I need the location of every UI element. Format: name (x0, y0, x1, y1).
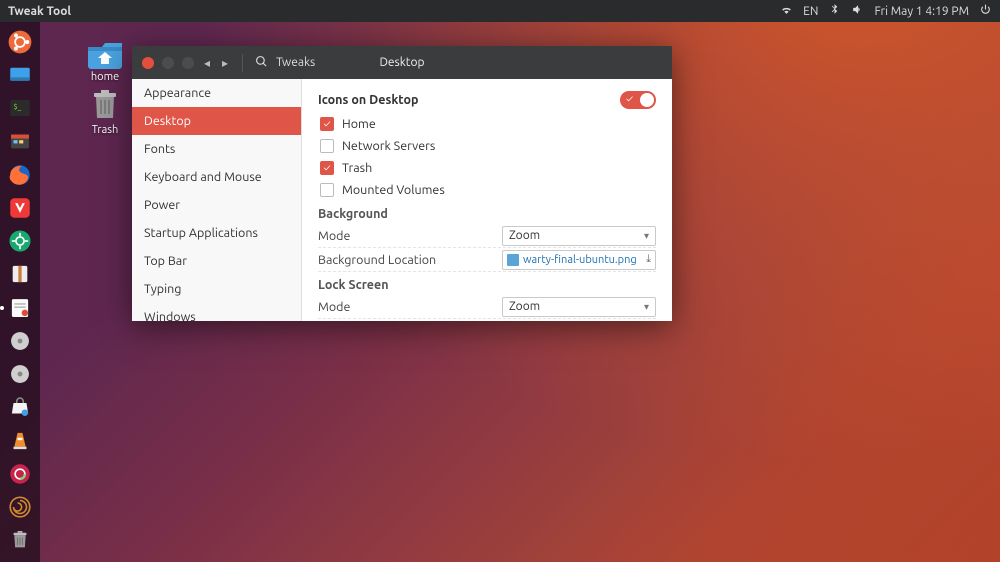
launcher-help-icon[interactable] (5, 460, 35, 487)
checkbox-label: Home (342, 117, 376, 131)
svg-text:$_: $_ (14, 103, 22, 111)
nav-forward-icon[interactable]: ▸ (220, 56, 230, 70)
section-background-title: Background (318, 207, 656, 221)
checkbox-box (320, 117, 334, 131)
sidebar-item-appearance[interactable]: Appearance (132, 79, 301, 107)
launcher-vivaldi-icon[interactable] (5, 194, 35, 221)
window-close-button[interactable] (142, 57, 154, 69)
settings-sidebar: AppearanceDesktopFontsKeyboard and Mouse… (132, 79, 302, 321)
nav-back-icon[interactable]: ◂ (202, 56, 212, 70)
sidebar-item-fonts[interactable]: Fonts (132, 135, 301, 163)
checkbox-box (320, 161, 334, 175)
launcher-files-icon[interactable] (5, 128, 35, 155)
window-maximize-button[interactable] (182, 57, 194, 69)
sidebar-item-startup-applications[interactable]: Startup Applications (132, 219, 301, 247)
clock[interactable]: Fri May 1 4:19 PM (874, 5, 969, 18)
checkbox-mounted-volumes[interactable]: Mounted Volumes (318, 179, 656, 201)
launcher-ubuntu-icon[interactable] (5, 28, 35, 55)
launcher-desktop-icon[interactable] (5, 61, 35, 88)
bg-mode-label: Mode (318, 229, 350, 243)
sidebar-item-top-bar[interactable]: Top Bar (132, 247, 301, 275)
launcher-disks2-icon[interactable] (5, 361, 35, 388)
upload-icon: ⤓ (646, 253, 651, 266)
settings-content: Icons on Desktop ✓ Home Network Servers Tr… (302, 79, 672, 321)
window-minimize-button[interactable] (162, 57, 174, 69)
section-icons-title: Icons on Desktop (318, 93, 419, 107)
search-icon[interactable] (255, 55, 268, 71)
power-icon[interactable] (979, 3, 992, 19)
topbar-app-title: Tweak Tool (8, 5, 71, 18)
launcher-archive-icon[interactable] (5, 261, 35, 288)
bg-location-chooser[interactable]: warty-final-ubuntu.png ⤓ (502, 250, 656, 270)
desktop-icon-trash[interactable]: Trash (75, 88, 135, 136)
sidebar-item-windows[interactable]: Windows (132, 303, 301, 321)
launcher-editor-icon[interactable] (5, 294, 35, 321)
launcher-settings-icon[interactable] (5, 228, 35, 255)
section-lockscreen-title: Lock Screen (318, 278, 656, 292)
launcher-spiral-icon[interactable] (5, 494, 35, 521)
volume-icon[interactable] (851, 3, 864, 19)
chevron-down-icon: ▾ (644, 230, 649, 242)
bg-mode-select[interactable]: Zoom ▾ (502, 226, 656, 246)
icons-on-desktop-toggle[interactable]: ✓ (620, 91, 656, 109)
sidebar-item-power[interactable]: Power (132, 191, 301, 219)
launcher-terminal-icon[interactable]: $_ (5, 95, 35, 122)
lang-indicator[interactable]: EN (803, 5, 818, 18)
launcher-vlc-icon[interactable] (5, 427, 35, 454)
window-header[interactable]: ◂ ▸ Tweaks Desktop (132, 46, 672, 79)
checkbox-label: Network Servers (342, 139, 435, 153)
tweaks-window: ◂ ▸ Tweaks Desktop AppearanceDesktopFont… (132, 46, 672, 321)
desktop-icon-home-label: home (75, 71, 135, 83)
desktop-icon-trash-label: Trash (75, 124, 135, 136)
checkbox-network-servers[interactable]: Network Servers (318, 135, 656, 157)
launcher-software-icon[interactable] (5, 394, 35, 421)
lock-mode-value: Zoom (509, 300, 540, 313)
sidebar-item-desktop[interactable]: Desktop (132, 107, 301, 135)
checkbox-box (320, 183, 334, 197)
checkbox-label: Mounted Volumes (342, 183, 445, 197)
header-separator (242, 54, 243, 72)
launcher-disks-icon[interactable] (5, 327, 35, 354)
lock-mode-label: Mode (318, 300, 350, 314)
image-file-icon (507, 254, 519, 266)
header-app-name: Tweaks (276, 56, 315, 69)
checkbox-trash[interactable]: Trash (318, 157, 656, 179)
lock-mode-select[interactable]: Zoom ▾ (502, 297, 656, 317)
top-bar: Tweak Tool EN Fri May 1 4:19 PM (0, 0, 1000, 22)
system-tray: EN Fri May 1 4:19 PM (780, 3, 992, 19)
launcher-firefox-icon[interactable] (5, 161, 35, 188)
sidebar-item-typing[interactable]: Typing (132, 275, 301, 303)
launcher-trash-icon[interactable] (5, 527, 35, 554)
sidebar-item-keyboard-and-mouse[interactable]: Keyboard and Mouse (132, 163, 301, 191)
wifi-icon[interactable] (780, 3, 793, 19)
bg-location-label: Background Location (318, 253, 436, 267)
chevron-down-icon: ▾ (644, 301, 649, 313)
checkbox-label: Trash (342, 161, 372, 175)
bg-location-value: warty-final-ubuntu.png (523, 254, 637, 266)
bg-mode-value: Zoom (509, 229, 540, 242)
desktop-icon-home[interactable]: home (75, 35, 135, 83)
bluetooth-icon[interactable] (828, 3, 841, 19)
checkbox-box (320, 139, 334, 153)
launcher-dock: $_ (0, 22, 40, 562)
checkbox-home[interactable]: Home (318, 113, 656, 135)
